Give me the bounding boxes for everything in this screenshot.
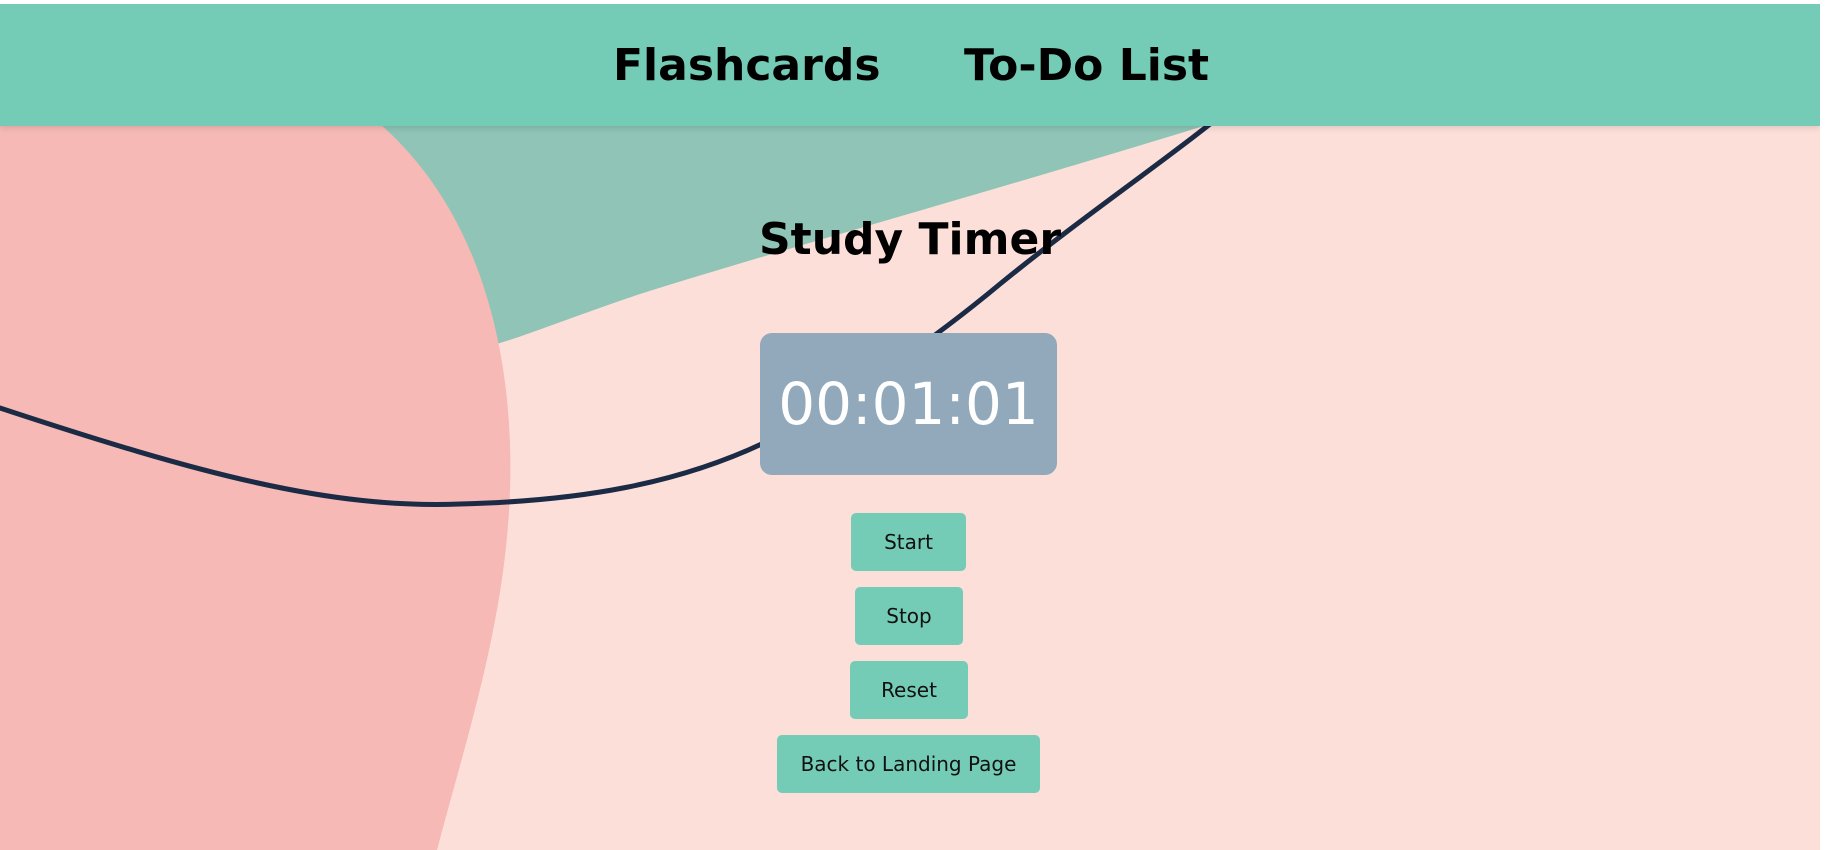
page-frame: Flashcards To-Do List Study Timer 00:01:… <box>0 4 1820 850</box>
nav-link-todo-list[interactable]: To-Do List <box>964 40 1209 91</box>
back-to-landing-button[interactable]: Back to Landing Page <box>777 735 1040 793</box>
nav-link-flashcards[interactable]: Flashcards <box>613 40 881 91</box>
page-title: Study Timer <box>758 214 1062 265</box>
timer-display: 00:01:01 <box>760 333 1057 475</box>
top-navbar: Flashcards To-Do List <box>0 4 1820 126</box>
reset-button[interactable]: Reset <box>850 661 968 719</box>
timer-value: 00:01:01 <box>778 370 1039 438</box>
start-button[interactable]: Start <box>851 513 966 571</box>
stop-button[interactable]: Stop <box>855 587 963 645</box>
